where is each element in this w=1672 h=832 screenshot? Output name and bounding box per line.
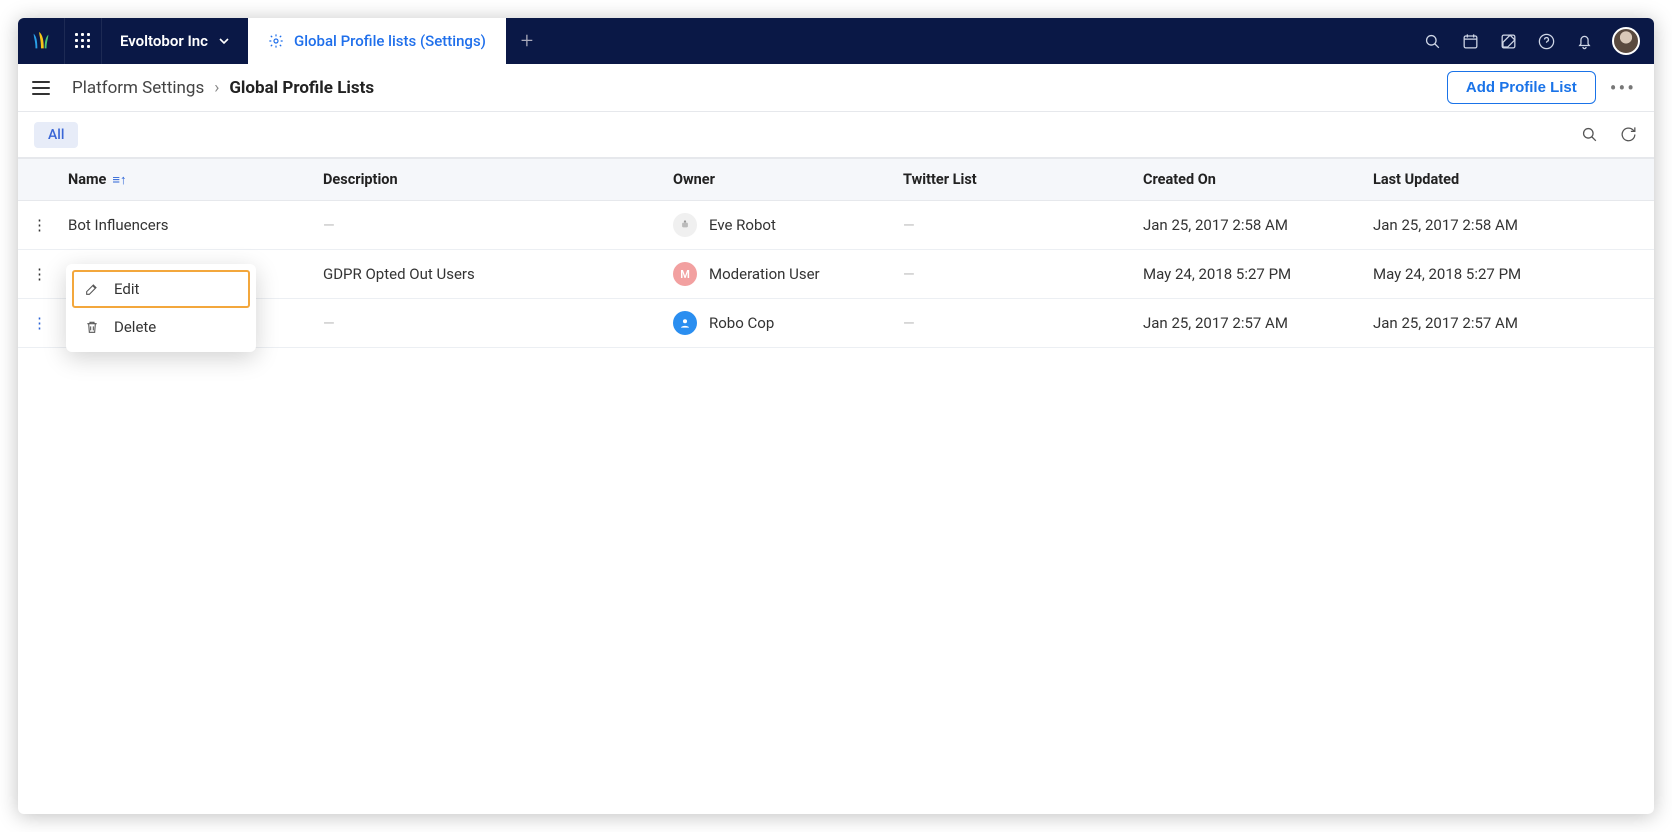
col-twitter-list[interactable]: Twitter List — [889, 159, 1129, 201]
col-description[interactable]: Description — [309, 159, 659, 201]
new-tab-button[interactable]: + — [506, 18, 548, 64]
search-table-icon[interactable] — [1580, 125, 1599, 144]
apps-launcher-icon[interactable] — [64, 18, 102, 64]
gear-icon — [268, 33, 284, 49]
cell-owner: M Moderation User — [659, 250, 889, 299]
profile-lists-table: Name≡↑ Description Owner Twitter List Cr… — [18, 158, 1654, 348]
chevron-right-icon: › — [214, 78, 219, 98]
table-row[interactable]: ⋮ — Robo Cop — Jan 25, 2017 2:57 AM Jan — [18, 299, 1654, 348]
menu-toggle-icon[interactable] — [32, 77, 54, 99]
cell-twitter: — — [889, 299, 1129, 348]
cell-updated: May 24, 2018 5:27 PM — [1359, 250, 1654, 299]
pencil-icon — [84, 281, 100, 297]
tab-label: Global Profile lists (Settings) — [294, 32, 486, 50]
compose-icon[interactable] — [1498, 31, 1518, 51]
col-name[interactable]: Name≡↑ — [54, 159, 309, 201]
cell-description: — — [309, 201, 659, 250]
breadcrumb-parent[interactable]: Platform Settings — [72, 78, 204, 98]
org-switcher[interactable]: Evoltobor Inc — [102, 18, 248, 64]
avatar — [673, 213, 697, 237]
avatar: M — [673, 262, 697, 286]
brand-logo[interactable] — [18, 18, 64, 64]
row-context-menu: Edit Delete — [66, 264, 256, 352]
sort-asc-icon: ≡↑ — [112, 173, 126, 188]
more-options-icon[interactable]: ••• — [1610, 76, 1636, 100]
bell-icon[interactable] — [1574, 31, 1594, 51]
context-menu-delete[interactable]: Delete — [72, 308, 250, 346]
tab-global-profile-lists[interactable]: Global Profile lists (Settings) — [248, 18, 506, 64]
help-icon[interactable] — [1536, 31, 1556, 51]
calendar-icon[interactable] — [1460, 31, 1480, 51]
row-menu-icon[interactable]: ⋮ — [18, 299, 54, 348]
cell-twitter: — — [889, 250, 1129, 299]
cell-owner: Eve Robot — [659, 201, 889, 250]
breadcrumb-current: Global Profile Lists — [229, 78, 374, 98]
cell-name: Bot Influencers — [54, 201, 309, 250]
cell-created: May 24, 2018 5:27 PM — [1129, 250, 1359, 299]
add-profile-list-button[interactable]: Add Profile List — [1447, 71, 1596, 104]
org-label: Evoltobor Inc — [120, 32, 208, 50]
col-owner[interactable]: Owner — [659, 159, 889, 201]
search-icon[interactable] — [1422, 31, 1442, 51]
filter-chip-all[interactable]: All — [34, 122, 78, 148]
table-row[interactable]: ⋮ Bot Influencers — Eve Robot — Jan 25, … — [18, 201, 1654, 250]
cell-description: GDPR Opted Out Users — [309, 250, 659, 299]
cell-created: Jan 25, 2017 2:58 AM — [1129, 201, 1359, 250]
cell-created: Jan 25, 2017 2:57 AM — [1129, 299, 1359, 348]
cell-updated: Jan 25, 2017 2:57 AM — [1359, 299, 1654, 348]
chevron-down-icon — [218, 35, 230, 47]
row-menu-icon[interactable]: ⋮ — [18, 250, 54, 299]
user-avatar[interactable] — [1612, 27, 1640, 55]
trash-icon — [84, 319, 100, 335]
breadcrumb: Platform Settings › Global Profile Lists — [72, 78, 374, 98]
avatar — [673, 311, 697, 335]
col-created-on[interactable]: Created On — [1129, 159, 1359, 201]
cell-updated: Jan 25, 2017 2:58 AM — [1359, 201, 1654, 250]
col-last-updated[interactable]: Last Updated — [1359, 159, 1654, 201]
context-menu-edit[interactable]: Edit — [72, 270, 250, 308]
cell-twitter: — — [889, 201, 1129, 250]
table-row[interactable]: ⋮ GDPR Opted Out Users GDPR Opted Out Us… — [18, 250, 1654, 299]
row-menu-icon[interactable]: ⋮ — [18, 201, 54, 250]
refresh-icon[interactable] — [1619, 125, 1638, 144]
cell-owner: Robo Cop — [659, 299, 889, 348]
cell-description: — — [309, 299, 659, 348]
